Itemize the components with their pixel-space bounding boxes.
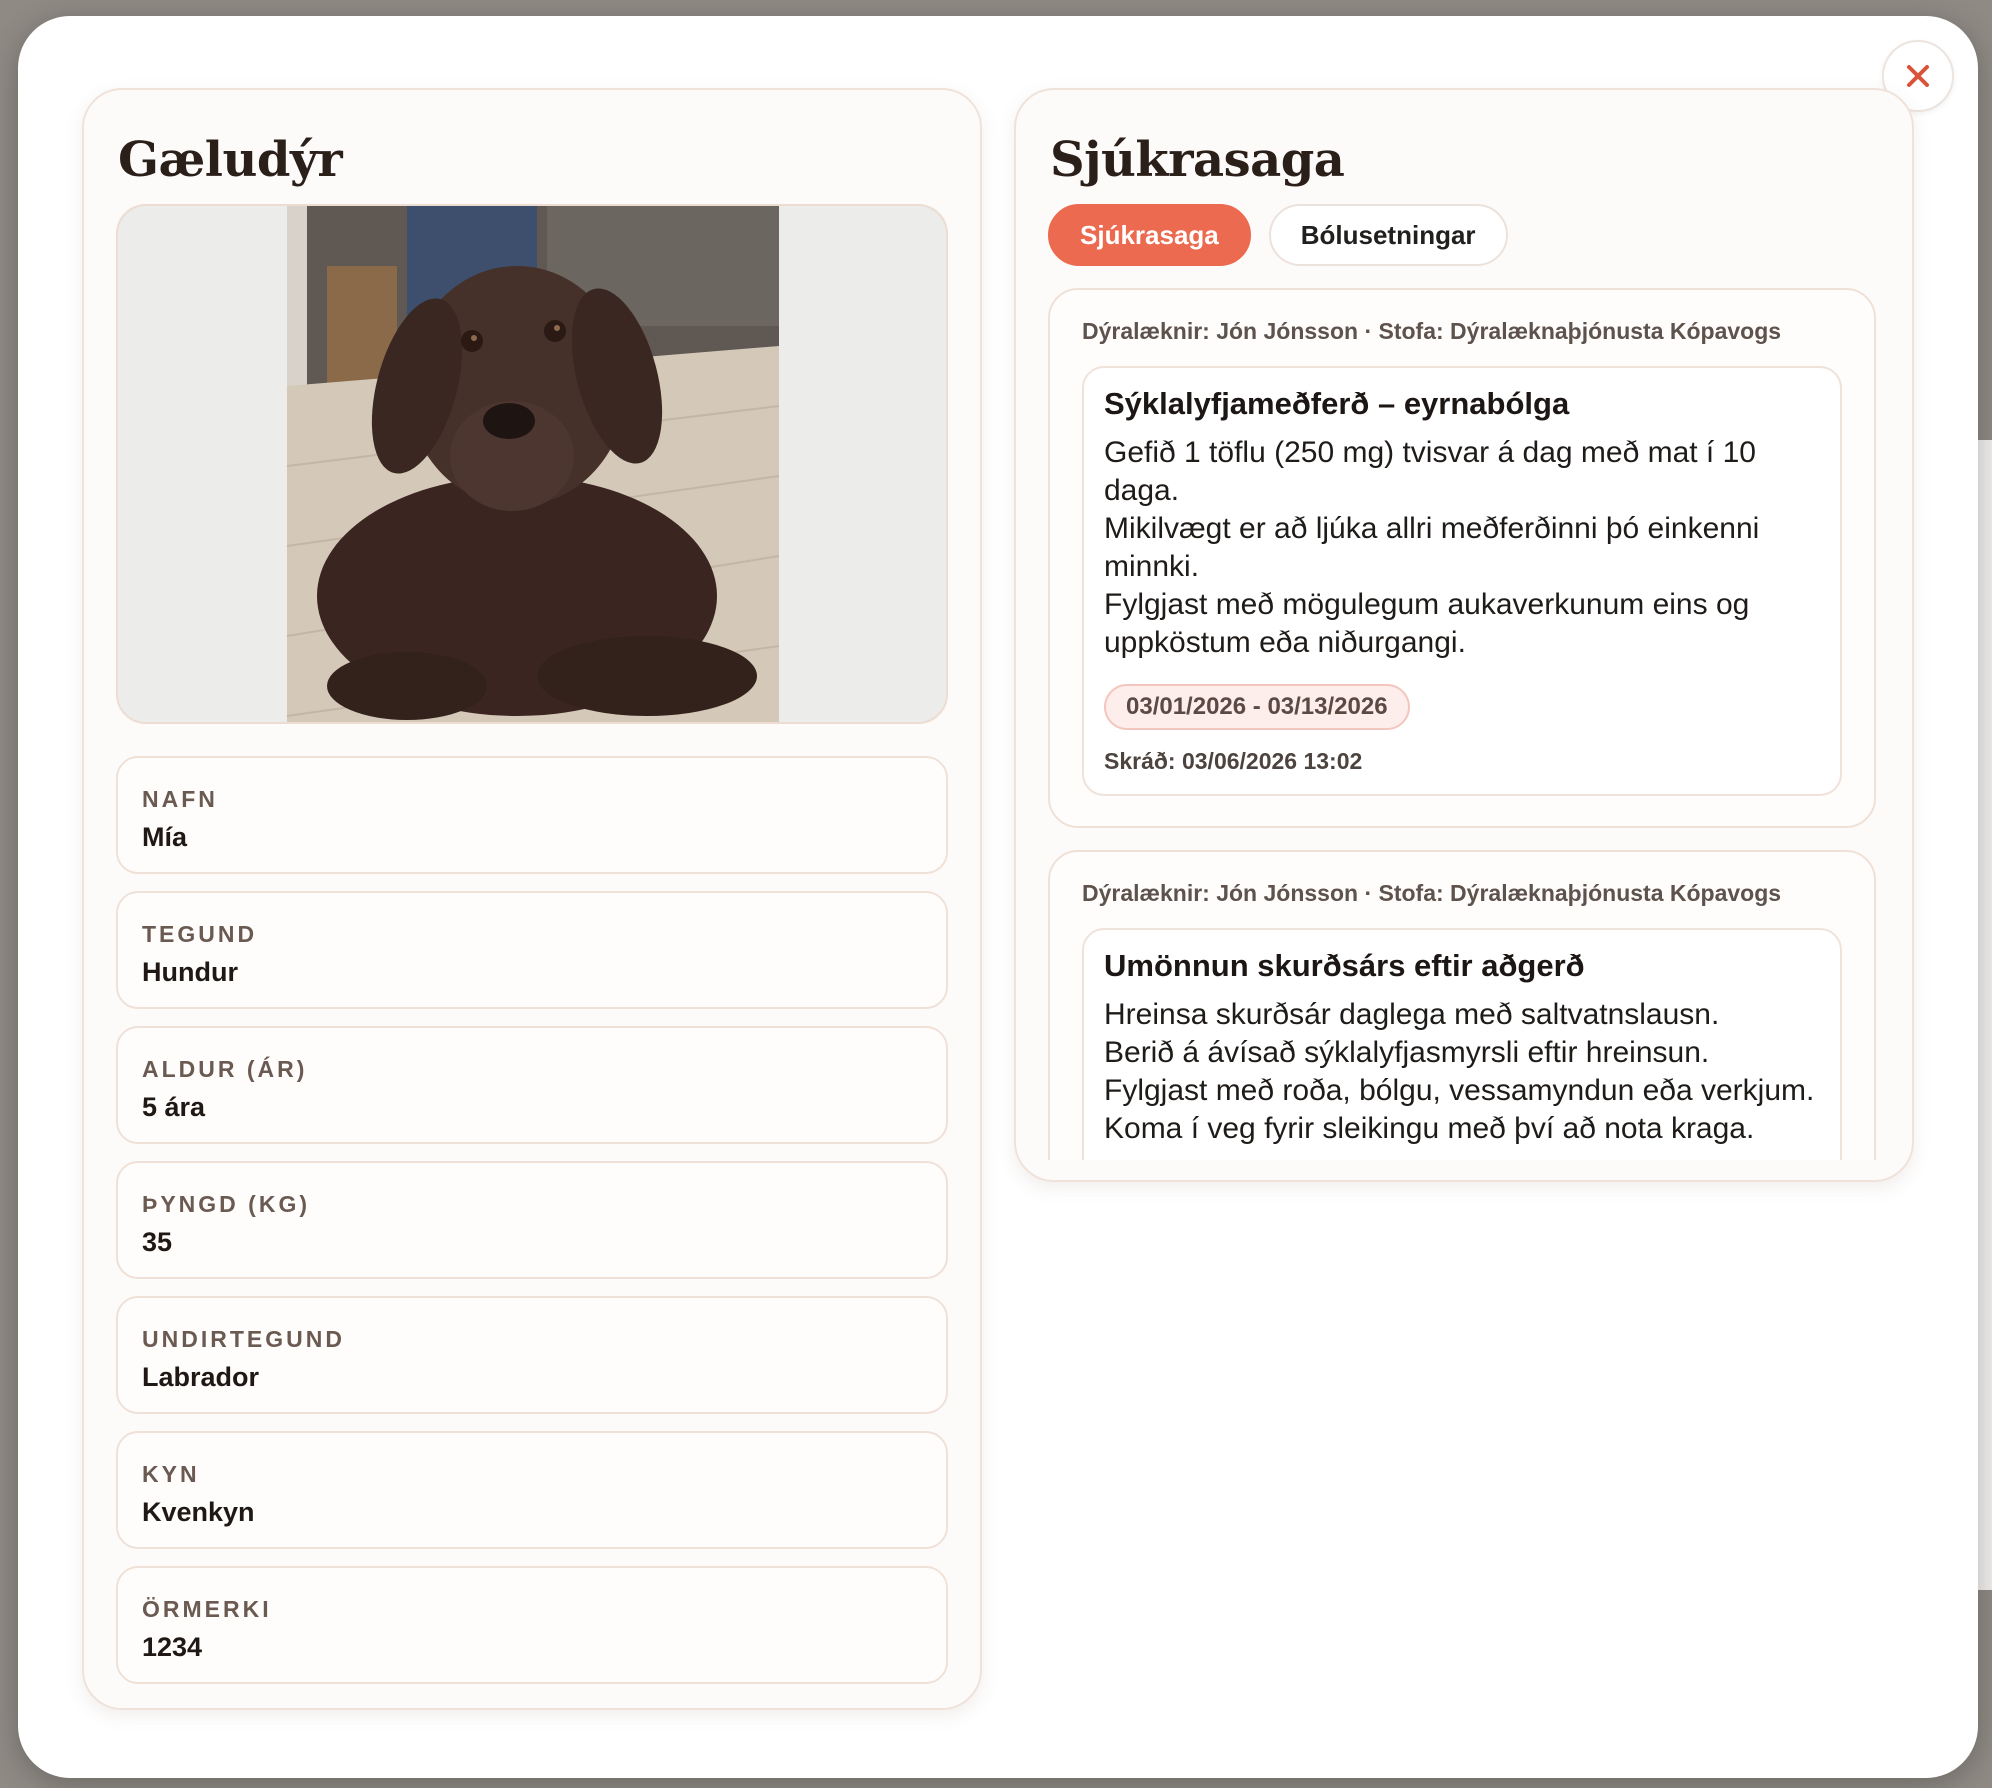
pet-photo — [287, 206, 779, 722]
close-icon — [1907, 65, 1929, 87]
record-line: Koma í veg fyrir sleikingu með því að no… — [1104, 1112, 1755, 1145]
field-microchip-value: 1234 — [142, 1632, 203, 1662]
field-weight: ÞYNGD (KG) 35 — [116, 1161, 948, 1279]
tab-medical-history[interactable]: Sjúkrasaga — [1048, 204, 1251, 266]
record-card: Dýralæknir: Jón Jónsson · Stofa: Dýralæk… — [1048, 850, 1876, 1160]
pet-detail-modal: Gæludýr NAFN Mía TEGUND Hundur ALDUR (ÁR… — [18, 16, 1978, 1778]
record-line: Mikilvægt er að ljúka allri meðferðinni … — [1104, 512, 1760, 583]
field-age-label: ALDUR (ÁR) — [142, 1056, 308, 1082]
pet-photo-frame — [116, 204, 948, 724]
field-name: NAFN Mía — [116, 756, 948, 874]
record-line: Fylgjast með mögulegum aukaverkunum eins… — [1104, 588, 1750, 659]
record-title: Umönnun skurðsárs eftir aðgerð — [1104, 948, 1585, 983]
logged-timestamp: Skráð: 03/06/2026 13:02 — [1104, 748, 1363, 774]
dog-illustration — [287, 206, 779, 722]
field-name-value: Mía — [142, 822, 188, 852]
field-age: ALDUR (ÁR) 5 ára — [116, 1026, 948, 1144]
record-meta: Dýralæknir: Jón Jónsson · Stofa: Dýralæk… — [1082, 318, 1782, 344]
field-breed-value: Labrador — [142, 1362, 260, 1392]
record-body: Hreinsa skurðsár daglega með saltvatnsla… — [1104, 996, 1824, 1148]
record-body: Gefið 1 töflu (250 mg) tvisvar á dag með… — [1104, 434, 1824, 662]
record-line: Hreinsa skurðsár daglega með saltvatnsla… — [1104, 998, 1720, 1031]
record-card: Dýralæknir: Jón Jónsson · Stofa: Dýralæk… — [1048, 288, 1876, 828]
tab-vaccinations[interactable]: Bólusetningar — [1268, 204, 1508, 266]
record-title: Sýklalyfjameðferð – eyrnabólga — [1104, 386, 1570, 421]
record-detail: Umönnun skurðsárs eftir aðgerð Hreinsa s… — [1082, 928, 1842, 1160]
field-microchip-label: ÖRMERKI — [142, 1596, 272, 1622]
record-line: Berið á ávísað sýklalyfjasmyrsli eftir h… — [1104, 1036, 1710, 1069]
field-species: TEGUND Hundur — [116, 891, 948, 1009]
field-sex-label: KYN — [142, 1461, 200, 1487]
field-sex: KYN Kvenkyn — [116, 1431, 948, 1549]
field-species-label: TEGUND — [142, 921, 258, 947]
date-range-badge: 03/01/2026 - 03/13/2026 — [1104, 684, 1410, 730]
history-tabs: Sjúkrasaga Bólusetningar — [1048, 204, 1508, 266]
field-weight-label: ÞYNGD (KG) — [142, 1191, 310, 1217]
field-weight-value: 35 — [142, 1227, 173, 1257]
history-panel-title: Sjúkrasaga — [1050, 132, 1345, 188]
field-breed: UNDIRTEGUND Labrador — [116, 1296, 948, 1414]
history-panel: Sjúkrasaga Sjúkrasaga Bólusetningar Dýra… — [1014, 88, 1914, 1182]
record-line: Gefið 1 töflu (250 mg) tvisvar á dag með… — [1104, 436, 1756, 507]
record-line: Fylgjast með roða, bólgu, vessamyndun eð… — [1104, 1074, 1815, 1107]
field-species-value: Hundur — [142, 957, 238, 987]
field-name-label: NAFN — [142, 786, 218, 812]
records-scroll-area[interactable]: Dýralæknir: Jón Jónsson · Stofa: Dýralæk… — [1048, 288, 1876, 1160]
field-breed-label: UNDIRTEGUND — [142, 1326, 345, 1352]
field-age-value: 5 ára — [142, 1092, 206, 1122]
field-microchip: ÖRMERKI 1234 — [116, 1566, 948, 1684]
record-detail: Sýklalyfjameðferð – eyrnabólga Gefið 1 t… — [1082, 366, 1842, 796]
field-sex-value: Kvenkyn — [142, 1497, 255, 1527]
pet-panel: Gæludýr NAFN Mía TEGUND Hundur ALDUR (ÁR… — [82, 88, 982, 1710]
pet-panel-title: Gæludýr — [118, 132, 343, 188]
record-meta: Dýralæknir: Jón Jónsson · Stofa: Dýralæk… — [1082, 880, 1782, 906]
